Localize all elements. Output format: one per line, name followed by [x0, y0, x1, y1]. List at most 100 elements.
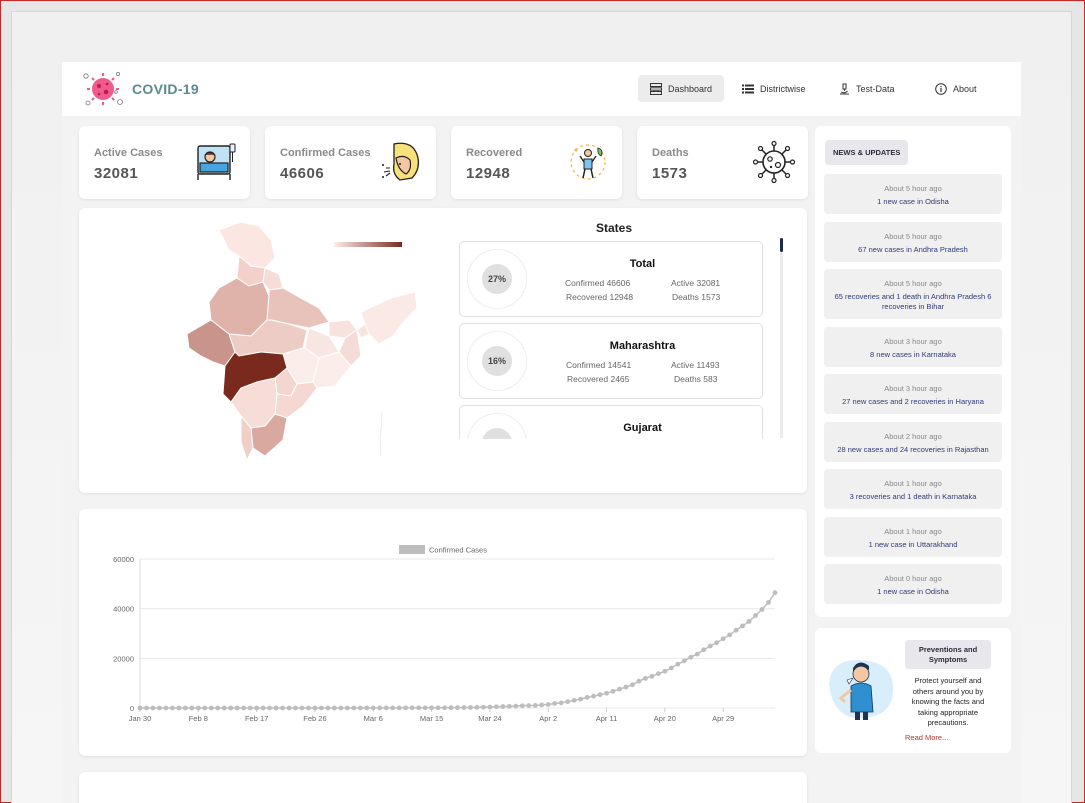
- data-point[interactable]: [539, 702, 545, 708]
- data-point[interactable]: [597, 692, 603, 698]
- data-point[interactable]: [182, 705, 188, 711]
- stat-card-recovered[interactable]: Recovered 12948: [451, 126, 622, 199]
- data-point[interactable]: [481, 704, 486, 710]
- data-point[interactable]: [273, 705, 279, 711]
- data-point[interactable]: [390, 705, 396, 711]
- data-point[interactable]: [234, 705, 240, 711]
- state-card-total[interactable]: 27% Total Confirmed 46606 Active 32081 R…: [459, 241, 763, 317]
- data-point[interactable]: [351, 705, 357, 711]
- data-point[interactable]: [532, 703, 538, 708]
- data-point[interactable]: [591, 693, 596, 699]
- data-point[interactable]: [707, 643, 713, 649]
- data-point[interactable]: [468, 705, 473, 710]
- data-point[interactable]: [623, 684, 629, 690]
- data-point[interactable]: [649, 673, 655, 679]
- data-point[interactable]: [312, 705, 318, 711]
- data-point[interactable]: [293, 705, 298, 711]
- data-point[interactable]: [208, 705, 214, 711]
- data-point[interactable]: [558, 700, 564, 706]
- data-point[interactable]: [435, 705, 441, 711]
- data-point[interactable]: [688, 654, 694, 660]
- data-point[interactable]: [655, 671, 661, 677]
- data-point[interactable]: [364, 705, 370, 711]
- data-point[interactable]: [753, 613, 758, 618]
- state-card-gujarat[interactable]: Gujarat: [459, 405, 763, 439]
- news-item[interactable]: About 5 hour ago 65 recoveries and 1 deat…: [824, 269, 1002, 319]
- nav-test-data[interactable]: Test-Data: [826, 75, 907, 102]
- data-point[interactable]: [474, 704, 480, 710]
- data-point[interactable]: [759, 607, 765, 612]
- state-card-maharashtra[interactable]: 16% Maharashtra Confirmed 14541 Active 1…: [459, 323, 763, 399]
- data-point[interactable]: [416, 705, 422, 711]
- states-scrollbar[interactable]: [780, 238, 783, 438]
- data-point[interactable]: [370, 705, 376, 711]
- data-point[interactable]: [571, 697, 577, 703]
- data-point[interactable]: [630, 682, 635, 688]
- news-item[interactable]: About 5 hour ago 67 new cases in Andhra P…: [824, 221, 1002, 262]
- data-point[interactable]: [422, 705, 428, 711]
- news-item[interactable]: About 0 hour ago 1 new case in Odisha: [824, 564, 1002, 604]
- data-point[interactable]: [740, 623, 746, 629]
- legend-swatch[interactable]: [399, 545, 425, 554]
- data-point[interactable]: [675, 661, 681, 667]
- data-point[interactable]: [552, 701, 558, 706]
- states-list[interactable]: 27% Total Confirmed 46606 Active 32081 R…: [459, 241, 765, 439]
- data-point[interactable]: [403, 705, 409, 711]
- data-point[interactable]: [286, 705, 292, 711]
- data-point[interactable]: [396, 705, 402, 711]
- data-point[interactable]: [176, 705, 182, 711]
- data-point[interactable]: [681, 658, 687, 664]
- data-point[interactable]: [331, 705, 337, 711]
- states-scroll-thumb[interactable]: [780, 238, 783, 252]
- data-point[interactable]: [215, 705, 221, 711]
- data-point[interactable]: [189, 705, 195, 711]
- data-point[interactable]: [137, 705, 143, 711]
- nav-about[interactable]: About: [923, 75, 989, 102]
- news-item[interactable]: About 1 hour ago 1 new case in Uttarakhan…: [824, 516, 1002, 557]
- data-point[interactable]: [325, 705, 331, 711]
- data-point[interactable]: [448, 705, 454, 711]
- news-item[interactable]: About 1 hour ago 3 recoveries and 1 death…: [824, 469, 1002, 509]
- stat-card-active[interactable]: Active Cases 32081: [79, 126, 250, 199]
- data-point[interactable]: [429, 705, 434, 711]
- data-point[interactable]: [280, 705, 285, 711]
- data-point[interactable]: [636, 678, 642, 684]
- data-point[interactable]: [299, 705, 305, 711]
- data-point[interactable]: [643, 675, 648, 681]
- nav-dashboard[interactable]: Dashboard: [638, 75, 725, 102]
- data-point[interactable]: [150, 705, 156, 711]
- data-point[interactable]: [319, 705, 324, 711]
- stat-card-confirmed[interactable]: Confirmed Cases 46606: [265, 126, 436, 199]
- data-point[interactable]: [241, 705, 247, 711]
- data-point[interactable]: [493, 704, 499, 710]
- news-item[interactable]: About 2 hour ago 28 new cases and 24 reco…: [824, 421, 1002, 462]
- brand[interactable]: COVID-19: [82, 70, 199, 108]
- data-point[interactable]: [668, 665, 674, 671]
- data-point[interactable]: [254, 705, 260, 711]
- data-point[interactable]: [578, 696, 584, 702]
- india-map[interactable]: [179, 216, 419, 468]
- data-point[interactable]: [662, 668, 668, 674]
- data-point[interactable]: [228, 705, 234, 711]
- data-point[interactable]: [195, 705, 201, 711]
- data-point[interactable]: [169, 705, 175, 711]
- nav-districtwise[interactable]: Districtwise: [730, 75, 818, 102]
- data-point[interactable]: [487, 704, 493, 710]
- data-point[interactable]: [338, 705, 344, 711]
- news-item[interactable]: About 5 hour ago 1 new case in Odisha: [824, 174, 1002, 214]
- news-item[interactable]: About 3 hour ago 8 new cases in Karnataka: [824, 326, 1002, 367]
- data-point[interactable]: [144, 705, 149, 711]
- data-point[interactable]: [733, 627, 739, 633]
- data-point[interactable]: [260, 705, 266, 711]
- legend-label[interactable]: Confirmed Cases: [429, 546, 487, 555]
- data-point[interactable]: [746, 619, 752, 624]
- data-point[interactable]: [610, 688, 616, 694]
- data-point[interactable]: [500, 704, 506, 709]
- data-point[interactable]: [617, 686, 622, 692]
- data-point[interactable]: [442, 705, 447, 711]
- data-point[interactable]: [694, 651, 700, 657]
- data-point[interactable]: [714, 640, 720, 646]
- data-point[interactable]: [247, 705, 253, 711]
- data-point[interactable]: [604, 690, 609, 696]
- data-point[interactable]: [383, 705, 389, 711]
